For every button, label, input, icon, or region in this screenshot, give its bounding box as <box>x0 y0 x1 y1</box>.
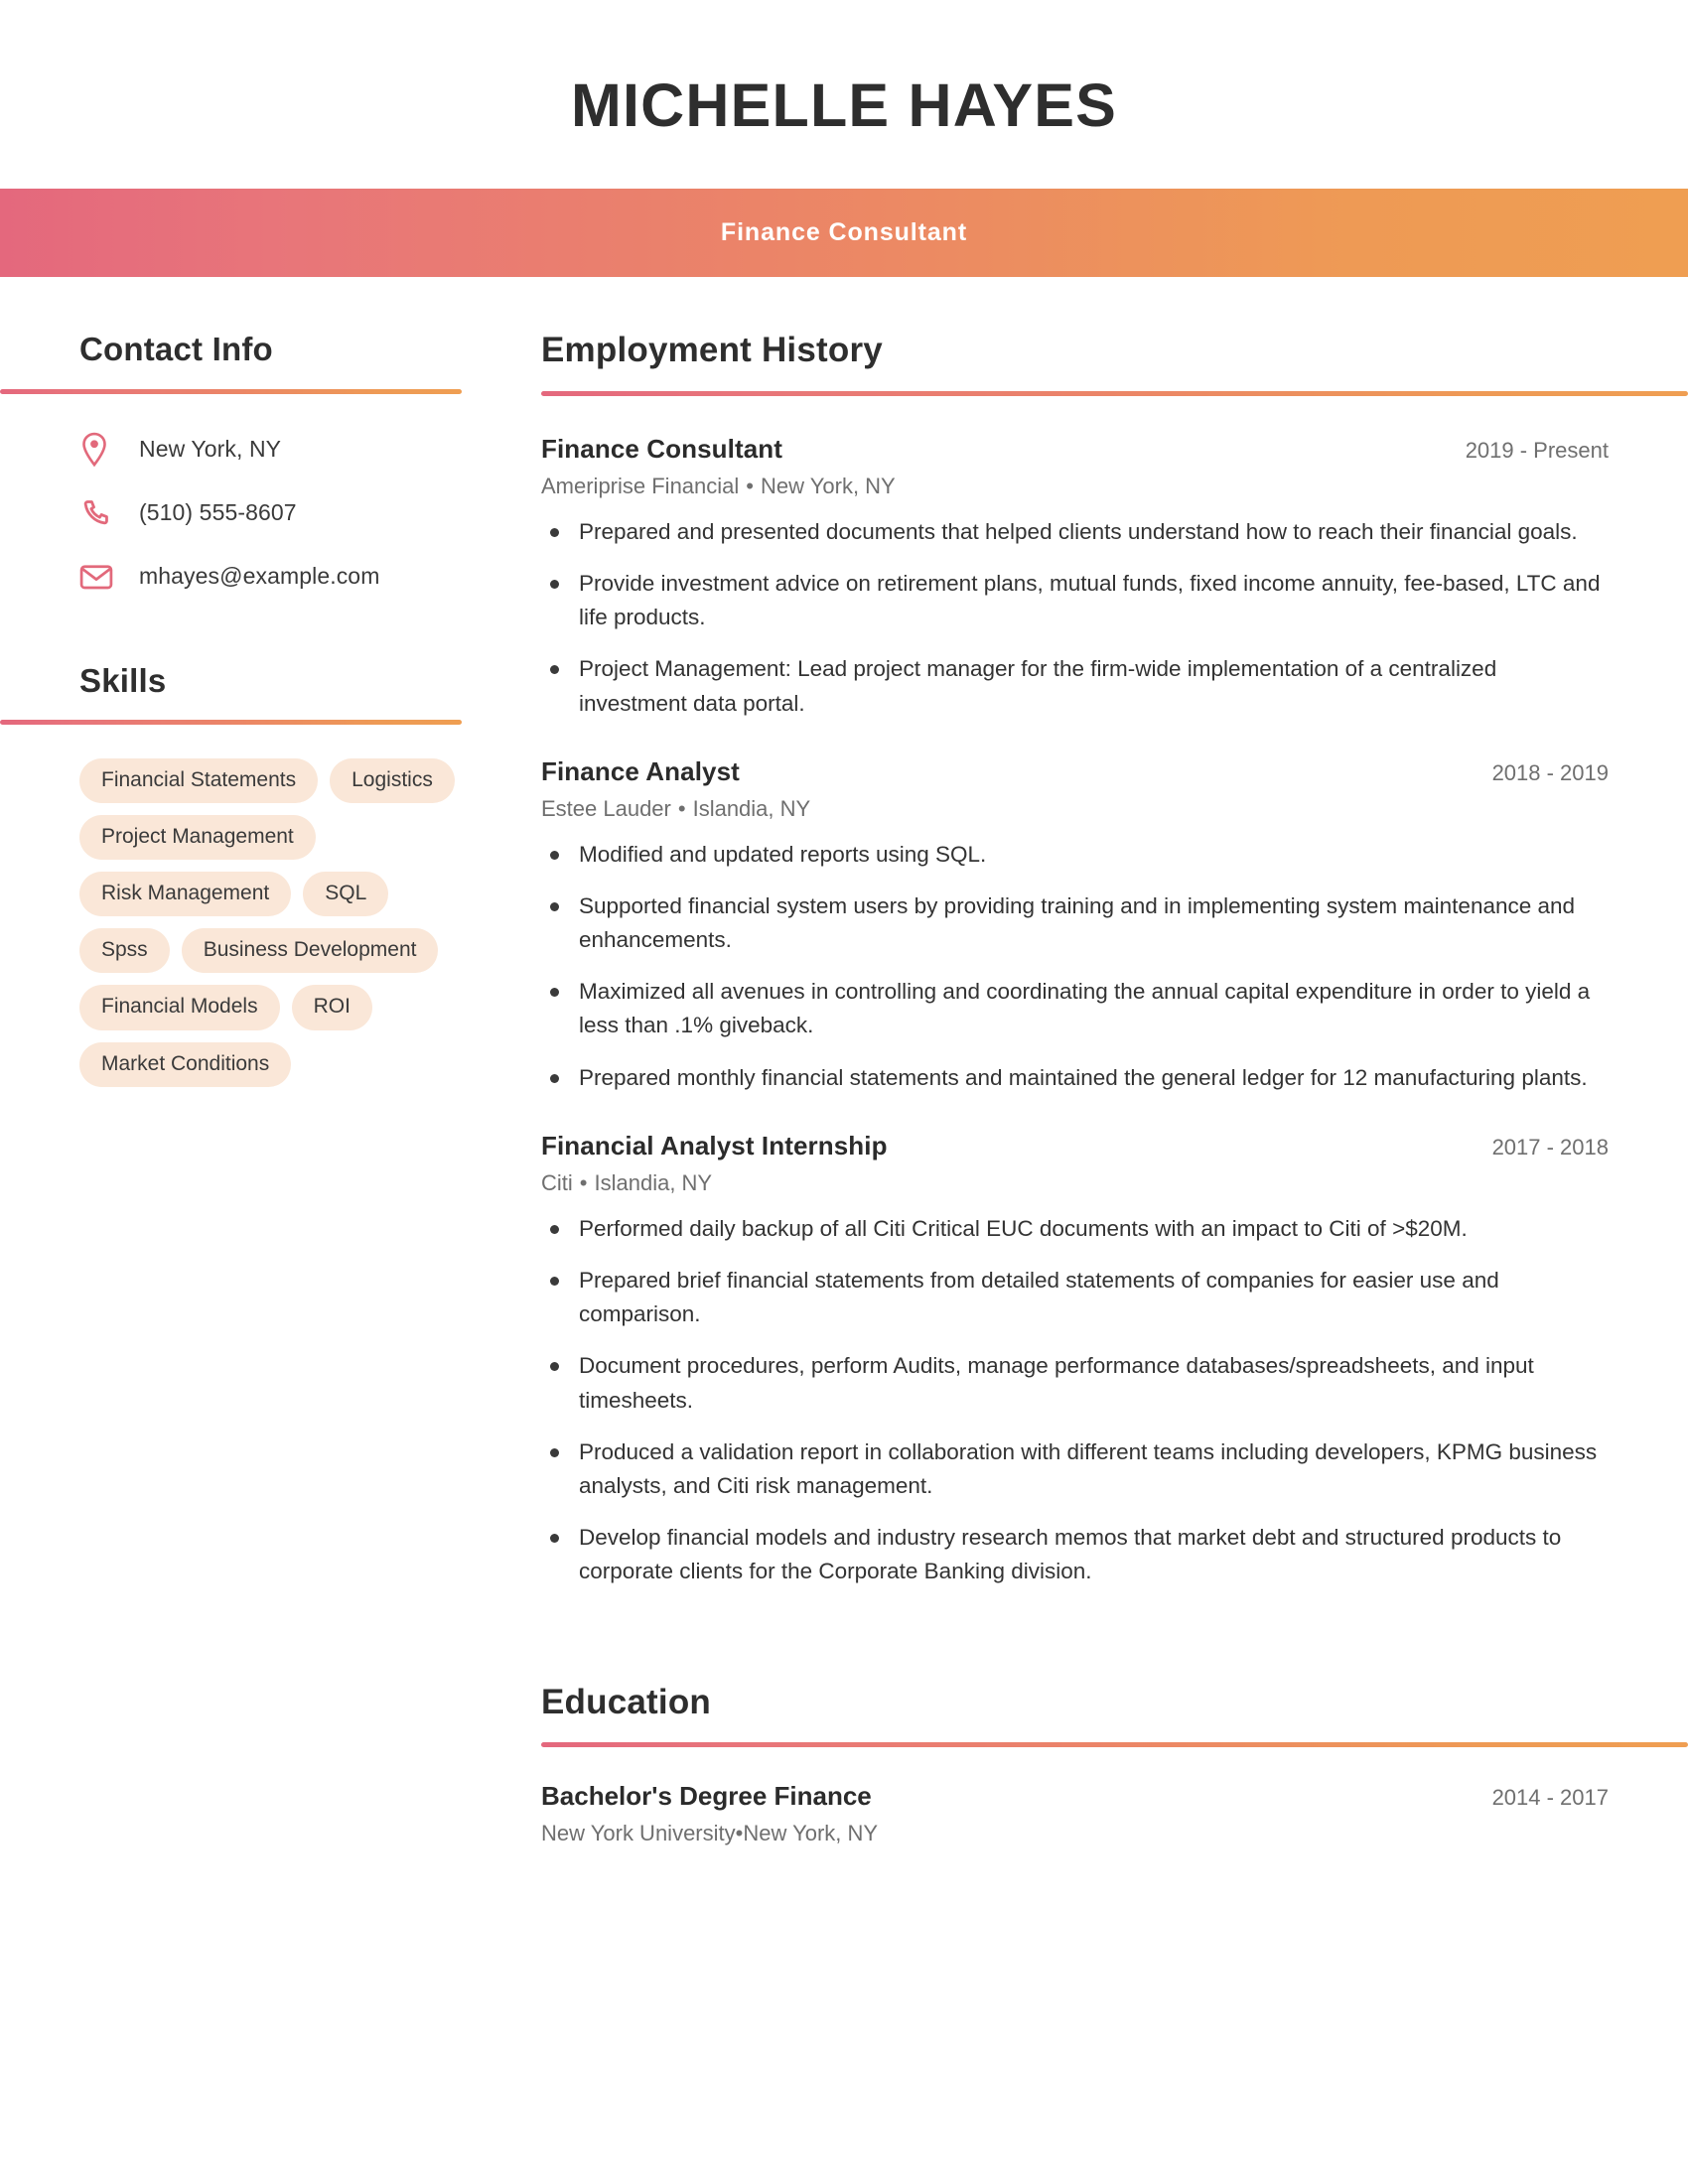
separator-dot: • <box>579 1169 588 1195</box>
employment-job-dates: 2019 - Present <box>1465 437 1609 463</box>
education-school: New York University <box>541 1821 736 1846</box>
education-dates: 2014 - 2017 <box>1491 1785 1609 1811</box>
employment-bullet-list: Modified and updated reports using SQL. S… <box>541 838 1609 1095</box>
employment-job-title: Finance Consultant <box>541 433 783 464</box>
education-school-location: New York University•New York, NY <box>541 1821 1609 1846</box>
employment-section: Employment History Finance Consultant 201… <box>541 331 1688 1589</box>
skill-pill: Market Conditions <box>79 1041 292 1087</box>
skill-pill: Spss <box>79 928 170 974</box>
education-degree: Bachelor's Degree Finance <box>541 1781 872 1812</box>
education-entry: Bachelor's Degree Finance 2014 - 2017 New … <box>541 1781 1609 1846</box>
employment-bullet-list: Prepared and presented documents that he… <box>541 515 1609 721</box>
resume-page: MICHELLE HAYES Finance Consultant Contac… <box>0 0 1688 2184</box>
separator-dot: • <box>746 473 754 498</box>
employment-company-location: Ameriprise Financial • New York, NY <box>541 474 1609 499</box>
main-column: Employment History Finance Consultant 201… <box>541 331 1688 1847</box>
candidate-name: MICHELLE HAYES <box>570 71 1118 139</box>
contact-location-text: New York, NY <box>139 436 282 463</box>
employment-bullet: Document procedures, perform Audits, man… <box>541 1349 1609 1417</box>
skills-section-rule <box>0 720 462 726</box>
skill-pill: Logistics <box>330 758 455 804</box>
contact-section-rule <box>0 388 462 394</box>
contact-section: Contact Info New York, NY (510) 555-8607… <box>0 331 513 599</box>
employment-bullet: Produced a validation report in collabor… <box>541 1435 1609 1503</box>
employment-entry-header: Finance Consultant 2019 - Present <box>541 434 1609 465</box>
skill-pill: Business Development <box>181 928 439 974</box>
employment-bullet: Maximized all avenues in controlling and… <box>541 975 1609 1042</box>
employment-job-dates: 2017 - 2018 <box>1491 1134 1609 1160</box>
employment-section-rule <box>541 390 1688 396</box>
resume-header: MICHELLE HAYES <box>0 0 1688 189</box>
employment-location: New York, NY <box>761 473 896 498</box>
employment-bullet: Provide investment advice on retirement … <box>541 567 1609 634</box>
employment-job-title: Finance Analyst <box>541 755 740 786</box>
contact-item-location: New York, NY <box>79 428 513 472</box>
contact-email-text: mhayes@example.com <box>139 563 380 590</box>
employment-bullet: Prepared monthly financial statements an… <box>541 1061 1609 1095</box>
skill-pill: Risk Management <box>79 872 292 917</box>
employment-list: Finance Consultant 2019 - Present Ameripri… <box>541 434 1609 1589</box>
envelope-icon <box>79 563 125 591</box>
employment-bullet: Project Management: Lead project manager… <box>541 652 1609 720</box>
skill-pill: ROI <box>291 985 372 1030</box>
employment-bullet-list: Performed daily backup of all Citi Criti… <box>541 1212 1609 1589</box>
contact-phone-text: (510) 555-8607 <box>139 499 297 526</box>
map-pin-icon <box>79 431 125 469</box>
employment-section-title: Employment History <box>541 331 883 369</box>
employment-location: Islandia, NY <box>692 795 811 821</box>
role-banner: Finance Consultant <box>0 189 1688 277</box>
education-location: New York, NY <box>743 1821 879 1846</box>
employment-company: Estee Lauder <box>541 795 671 821</box>
employment-entry: Financial Analyst Internship 2017 - 2018 C… <box>541 1131 1609 1589</box>
education-section: Education Bachelor's Degree Finance 2014 … <box>541 1682 1688 1847</box>
skill-pill: SQL <box>303 872 389 917</box>
candidate-role: Finance Consultant <box>720 218 968 246</box>
employment-company-location: Citi • Islandia, NY <box>541 1170 1609 1196</box>
employment-job-dates: 2018 - 2019 <box>1491 759 1609 785</box>
resume-body: Contact Info New York, NY (510) 555-8607… <box>0 277 1688 1846</box>
skill-pill: Financial Statements <box>79 758 319 804</box>
contact-section-title: Contact Info <box>79 331 273 367</box>
skills-section-title: Skills <box>79 661 167 699</box>
skill-pill: Project Management <box>79 815 316 861</box>
separator-dot: • <box>677 795 686 821</box>
employment-job-title: Financial Analyst Internship <box>541 1130 888 1160</box>
contact-list: New York, NY (510) 555-8607 mhayes@examp… <box>79 428 513 599</box>
education-entry-header: Bachelor's Degree Finance 2014 - 2017 <box>541 1781 1609 1812</box>
employment-company: Ameriprise Financial <box>541 473 740 498</box>
employment-bullet: Develop financial models and industry re… <box>541 1521 1609 1588</box>
education-section-rule <box>541 1742 1688 1748</box>
skills-list: Financial Statements Logistics Project Man… <box>79 758 477 1087</box>
employment-entry: Finance Analyst 2018 - 2019 Estee Lauder • I… <box>541 756 1609 1095</box>
employment-bullet: Modified and updated reports using SQL. <box>541 838 1609 872</box>
employment-entry-header: Financial Analyst Internship 2017 - 2018 <box>541 1131 1609 1161</box>
employment-entry-header: Finance Analyst 2018 - 2019 <box>541 756 1609 787</box>
employment-bullet: Prepared brief financial statements from… <box>541 1264 1609 1331</box>
employment-location: Islandia, NY <box>594 1169 713 1195</box>
employment-company-location: Estee Lauder • Islandia, NY <box>541 796 1609 822</box>
phone-icon <box>79 497 125 529</box>
contact-item-phone: (510) 555-8607 <box>79 491 513 535</box>
skill-pill: Financial Models <box>79 985 280 1030</box>
education-list: Bachelor's Degree Finance 2014 - 2017 New … <box>541 1781 1609 1846</box>
skills-section: Skills Financial Statements Logistics Proj… <box>0 661 513 1087</box>
contact-item-email: mhayes@example.com <box>79 555 513 599</box>
employment-entry: Finance Consultant 2019 - Present Ameripri… <box>541 434 1609 721</box>
employment-bullet: Performed daily backup of all Citi Criti… <box>541 1212 1609 1246</box>
employment-company: Citi <box>541 1169 573 1195</box>
employment-bullet: Supported financial system users by prov… <box>541 889 1609 957</box>
employment-bullet: Prepared and presented documents that he… <box>541 515 1609 549</box>
sidebar: Contact Info New York, NY (510) 555-8607… <box>0 331 541 1087</box>
education-section-title: Education <box>541 1682 711 1721</box>
